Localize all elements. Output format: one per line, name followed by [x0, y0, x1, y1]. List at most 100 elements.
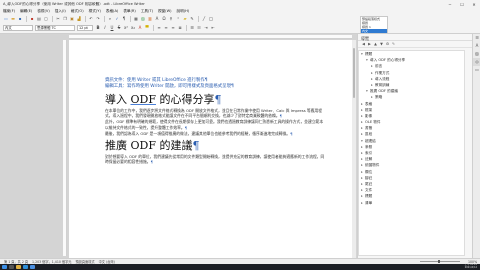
align-right-icon[interactable]: ≡ [170, 25, 176, 31]
browser-icon[interactable] [23, 265, 28, 269]
heading-1[interactable]: 導入 ODF 的心得分享¶ [105, 93, 325, 107]
copy-icon[interactable]: ❐ [62, 16, 68, 22]
writer-app-icon[interactable] [30, 265, 35, 269]
bold-icon[interactable]: B [95, 25, 101, 31]
search-icon[interactable] [9, 265, 14, 269]
navigator-item-label: 腳註 [365, 175, 373, 180]
numbered-list-icon[interactable]: ☷ [196, 25, 202, 31]
indent-decrease-icon[interactable]: ⇤ [210, 25, 216, 31]
menu-file[interactable]: 檔案(F) [3, 9, 15, 14]
vertical-scrollbar[interactable] [352, 40, 356, 258]
paste-icon[interactable]: ▣ [69, 16, 75, 22]
heading-2[interactable]: 推廣 ODF 的建議¶ [105, 139, 325, 153]
align-center-icon[interactable]: ≡ [163, 25, 169, 31]
style-entry-selected[interactable]: 內文 [361, 29, 387, 33]
body-paragraph[interactable]: 在本單位的工作中，我們逐步將文件格式轉換為 ODF 開放文件格式，並且在日常作業… [105, 108, 325, 118]
bullet-list-icon[interactable]: ☰ [189, 25, 195, 31]
system-tray[interactable]: 上午 10:24 2021/4/12 [465, 263, 477, 270]
justify-icon[interactable]: ≣ [177, 25, 183, 31]
navigator-item-label: 註解 [365, 157, 373, 162]
save-icon[interactable]: ▪ [17, 16, 23, 22]
insert-table-icon[interactable]: ▦ [133, 16, 139, 22]
italic-icon[interactable]: I [102, 25, 108, 31]
formatting-toolbar: 內文 思源黑體 TC 12 pt B I U S x² x₂ A ▀ ≡ ≡ ≡… [3, 24, 217, 32]
paragraph-style-combo[interactable]: 內文 [3, 25, 33, 31]
nav-previous-icon[interactable]: ◀ [361, 42, 366, 47]
font-name-combo[interactable]: 思源黑體 TC [35, 25, 75, 31]
zoom-slider-knob[interactable] [438, 260, 440, 263]
navigator-tree[interactable]: ▾ 標題 ▾ 導入 ODF 的心得分享 ▸ 前言 ▸ 作業方式 ▸ 導入流程 ▸ 教育訓練 ▾ 推廣 OD… [358, 50, 465, 256]
body-paragraph[interactable]: 最後，我們認為導入 ODF 是一項值得推廣的做法，建議其他單位也能參考我們的經驗… [105, 131, 325, 136]
superscript-icon[interactable]: x² [123, 25, 129, 31]
clone-format-icon[interactable]: ▟ [76, 16, 82, 22]
styles-tab-icon[interactable]: A [473, 42, 480, 50]
menu-table[interactable]: 表格(A) [106, 9, 118, 14]
nav-settings-icon[interactable]: ⚙ [385, 42, 390, 47]
nav-edit-icon[interactable]: ✎ [391, 42, 396, 47]
scrollbar-thumb[interactable] [353, 48, 355, 98]
navigator-item-label: 文件 [365, 188, 373, 193]
start-icon[interactable] [2, 265, 7, 269]
maximize-button[interactable]: ☐ [456, 0, 468, 8]
insert-image-icon[interactable]: ▨ [140, 16, 146, 22]
find-replace-icon[interactable]: ⌕ [107, 16, 113, 22]
navigator-item-label: 欄位 [365, 169, 373, 174]
menu-help[interactable]: 說明(H) [177, 9, 190, 14]
menu-styles[interactable]: 樣式(Y) [89, 9, 101, 14]
insert-textbox-icon[interactable]: A [154, 16, 160, 22]
body-paragraph[interactable]: 對於想要導入 ODF 的單位，我們建議先從常用的文件類型開始轉換，並提供充足的教… [105, 154, 325, 164]
menu-view[interactable]: 檢視(V) [37, 9, 49, 14]
properties-tab-icon[interactable]: ☰ [473, 34, 480, 42]
insert-special-char-icon[interactable]: Ω [161, 16, 167, 22]
insert-footnote-icon[interactable]: ¹ [175, 16, 181, 22]
horizontal-ruler[interactable] [69, 35, 352, 39]
highlight-icon[interactable]: ▀ [144, 25, 150, 31]
styles-list[interactable]: 預設段落樣式 標題 標題 1 內文 [360, 16, 388, 33]
insert-chart-icon[interactable]: ▥ [147, 16, 153, 22]
spellcheck-icon[interactable]: ✓ [114, 16, 120, 22]
undo-icon[interactable]: ↶ [88, 16, 94, 22]
document-page[interactable]: 資訊文件：使用 Writer 或其 LibreOffice 進行製作¶ 編輯工具… [69, 40, 352, 258]
menu-form[interactable]: 表單(R) [123, 9, 136, 14]
nav-promote-icon[interactable]: ▲ [373, 42, 378, 47]
navigator-tab-icon[interactable]: ◎ [473, 58, 480, 66]
font-color-icon[interactable]: A [137, 25, 143, 31]
window-title: A_導入ODF的心得分享（使用 Writer 或其他 ODF 相容軟體）.odt… [3, 1, 145, 6]
zoom-slider[interactable] [420, 260, 460, 263]
insert-hyperlink-icon[interactable]: ⚲ [168, 16, 174, 22]
body-paragraph[interactable]: 此外，ODF 標準有明確的規範，使得文件在長期保存上更加可靠。我們也透過教育訓練… [105, 119, 325, 129]
underline-icon[interactable]: U [109, 25, 115, 31]
file-explorer-icon[interactable] [16, 265, 21, 269]
menu-edit[interactable]: 編輯(E) [20, 9, 32, 14]
open-folder-icon[interactable]: ▬ [10, 16, 16, 22]
print-icon[interactable]: ▤ [36, 16, 42, 22]
hyperlink-line[interactable]: 編輯工具：寫作時使用 Writer 開啟，即可用樣式及頁面格式呈現¶ [105, 84, 325, 90]
print-preview-icon[interactable]: ▢ [43, 16, 49, 22]
navigator-item[interactable]: ▸ 清單 [359, 200, 464, 206]
font-size-combo[interactable]: 12 pt [77, 25, 93, 31]
menu-insert[interactable]: 插入(I) [55, 9, 66, 14]
page-tab-icon[interactable]: ▭ [473, 66, 480, 74]
close-button[interactable]: ✕ [468, 0, 480, 8]
gallery-tab-icon[interactable]: ▨ [473, 50, 480, 58]
menu-tools[interactable]: 工具(T) [141, 9, 153, 14]
nav-next-icon[interactable]: ▶ [367, 42, 372, 47]
nav-demote-icon[interactable]: ▼ [379, 42, 384, 47]
minimize-button[interactable]: ─ [444, 0, 456, 8]
track-changes-icon[interactable]: ✎ [189, 16, 195, 22]
indent-increase-icon[interactable]: ⇥ [203, 25, 209, 31]
export-pdf-icon[interactable]: ▪ [29, 16, 35, 22]
redo-icon[interactable]: ↷ [95, 16, 101, 22]
insert-line-icon[interactable]: ╱ [201, 16, 207, 22]
vertical-ruler[interactable] [63, 40, 67, 256]
strikethrough-icon[interactable]: S [116, 25, 122, 31]
formatting-marks-icon[interactable]: ¶ [121, 16, 127, 22]
align-left-icon[interactable]: ≡ [156, 25, 162, 31]
insert-comment-icon[interactable]: ▰ [182, 16, 188, 22]
menu-format[interactable]: 格式(O) [71, 9, 84, 14]
subscript-icon[interactable]: x₂ [130, 25, 136, 31]
new-document-icon[interactable]: ▭ [3, 16, 9, 22]
basic-shapes-icon[interactable]: ◯ [208, 16, 214, 22]
menu-window[interactable]: 視窗(W) [158, 9, 172, 14]
cut-icon[interactable]: ✂ [55, 16, 61, 22]
